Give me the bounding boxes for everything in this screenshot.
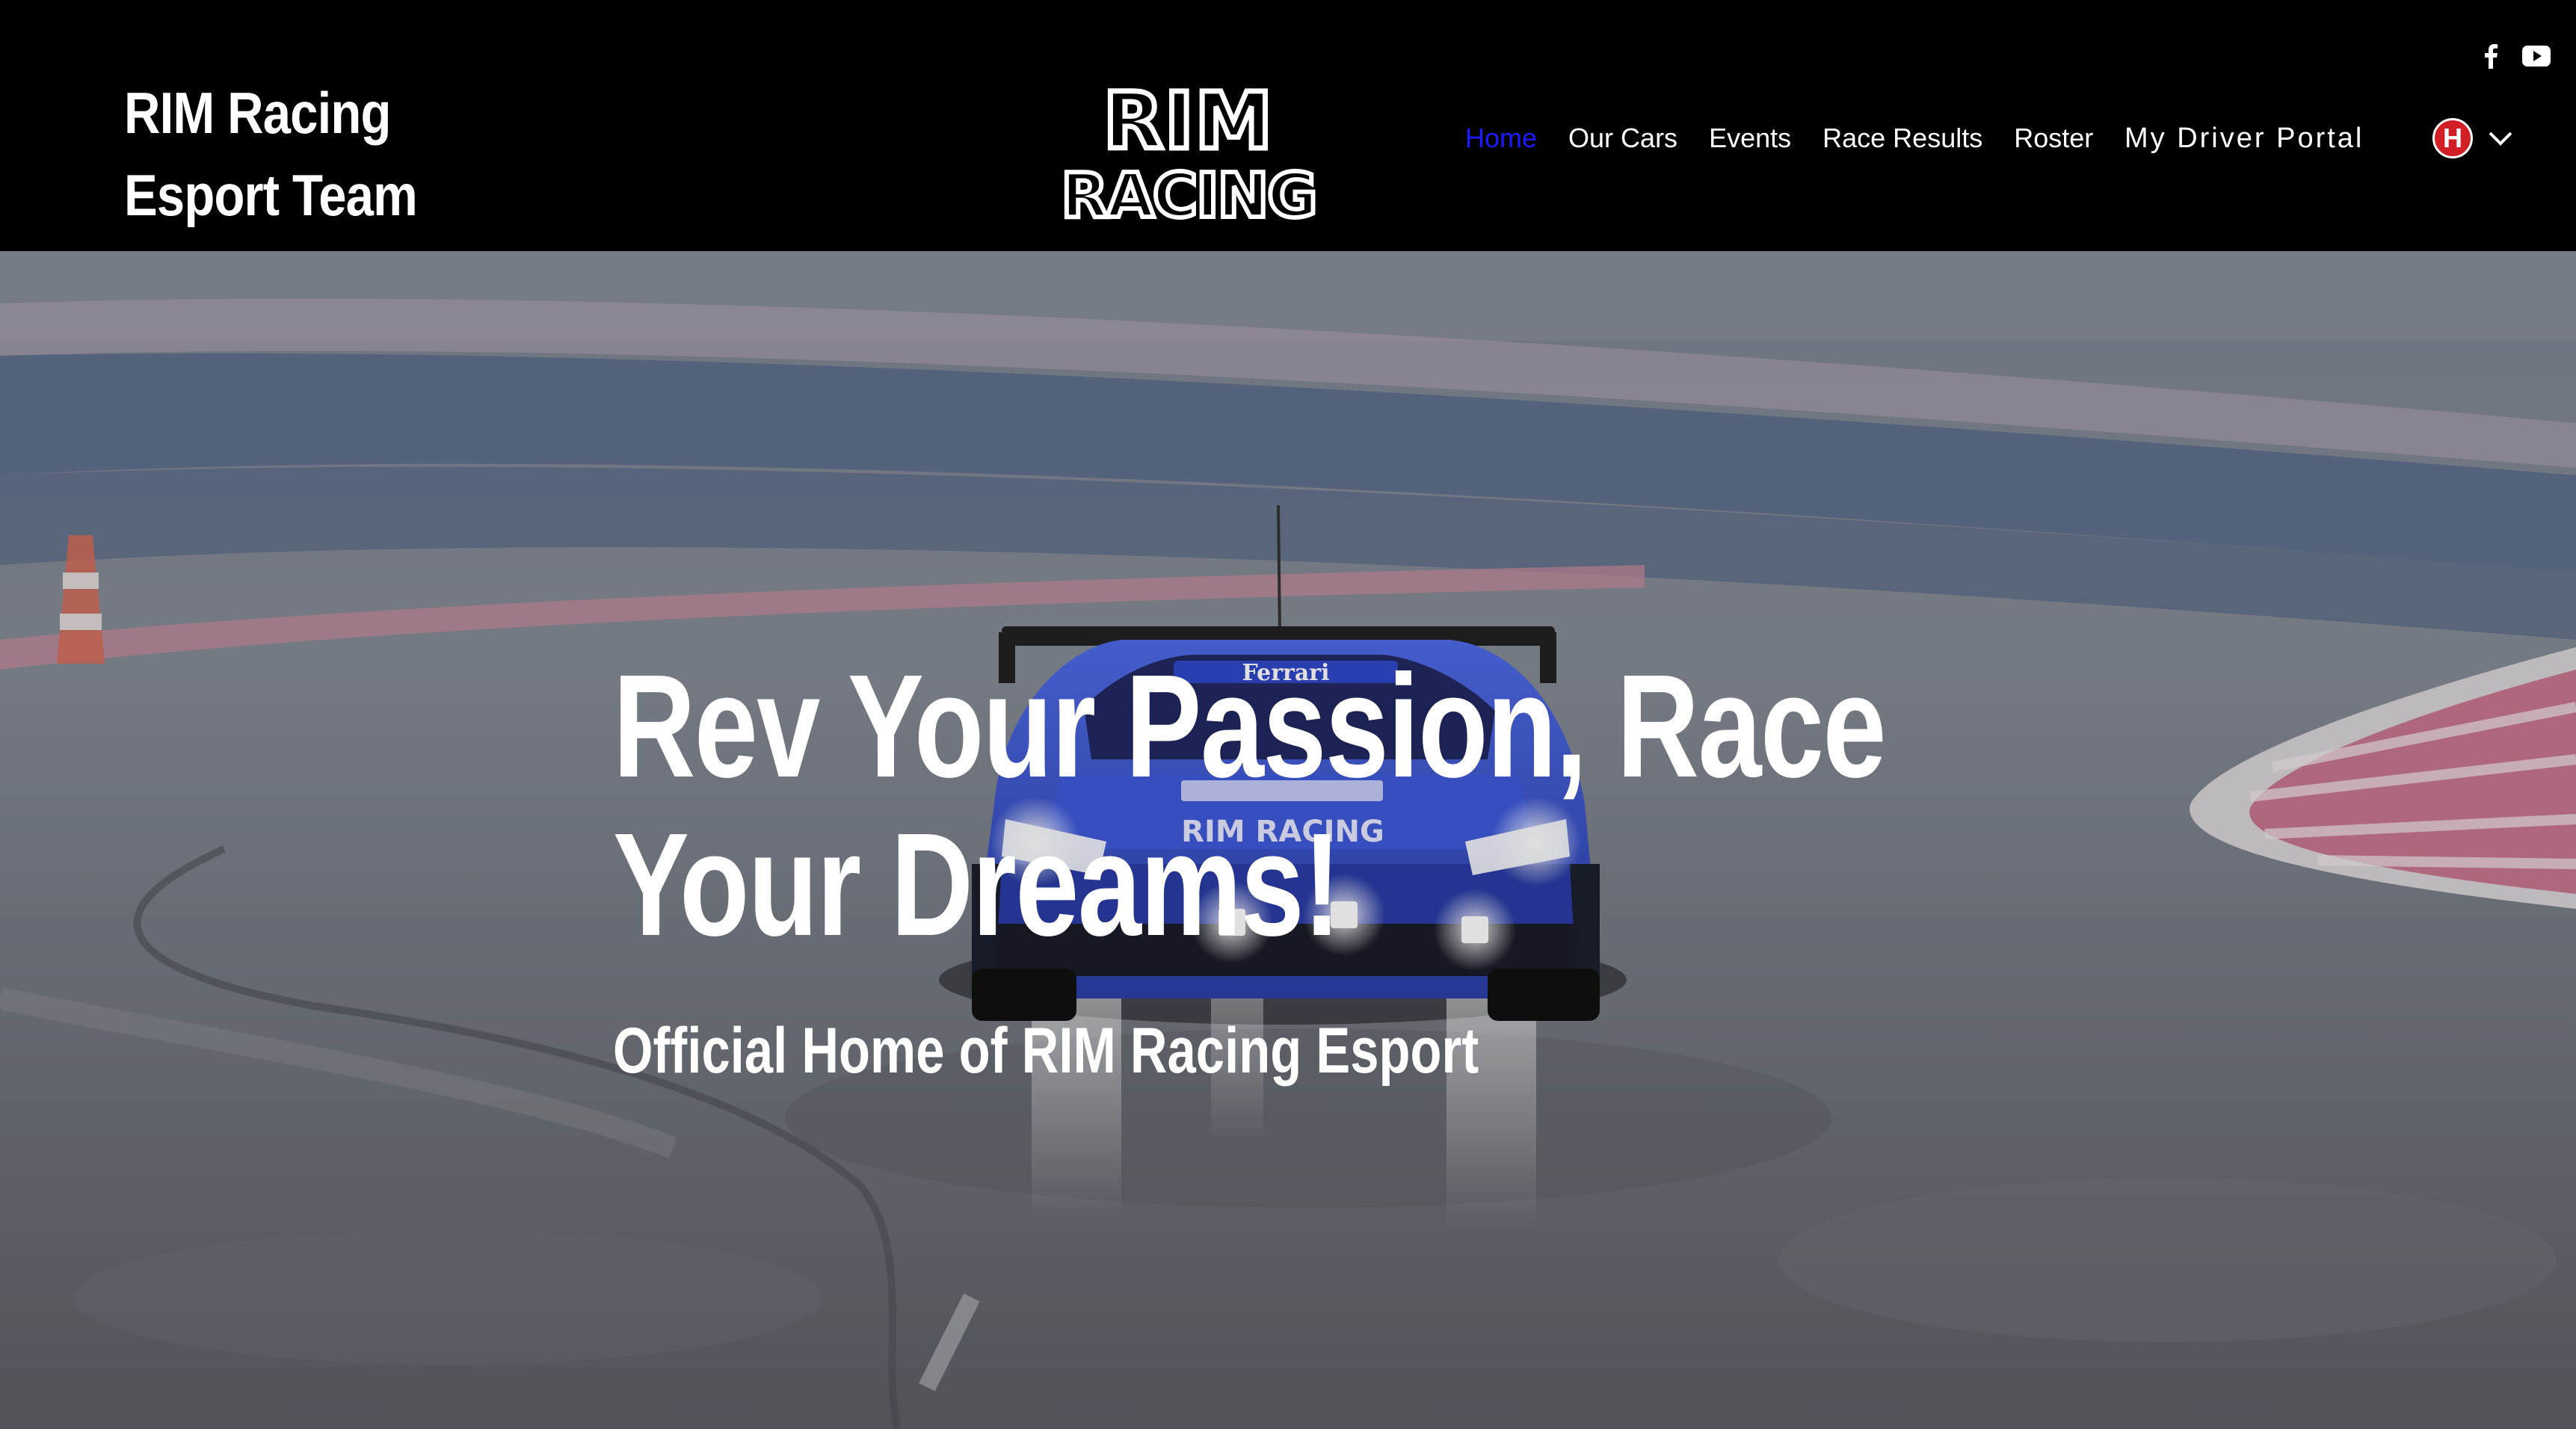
hero-heading: Rev Your Passion, Race Your Dreams!	[613, 644, 1886, 966]
youtube-icon[interactable]	[2522, 46, 2551, 70]
driver-portal-link[interactable]: My Driver Portal	[2124, 112, 2364, 164]
rim-racing-logo[interactable]: RIM RACING	[1030, 88, 1347, 223]
hero-subheading: Official Home of RIM Racing Esport	[613, 1015, 1479, 1087]
nav-item-home[interactable]: Home	[1465, 123, 1537, 154]
language-flag-icon: H	[2432, 118, 2473, 158]
chevron-down-icon	[2489, 132, 2512, 146]
site-title[interactable]: RIM Racing Esport Team	[124, 72, 484, 236]
social-bar	[2482, 43, 2551, 72]
logo-text-racing: RACING	[1061, 161, 1316, 223]
nav-item-our-cars[interactable]: Our Cars	[1568, 123, 1677, 154]
logo-text-rim: RIM	[1103, 88, 1274, 167]
main-nav: Home Our Cars Events Race Results Roster	[1465, 112, 2124, 164]
nav-item-events[interactable]: Events	[1709, 123, 1791, 154]
language-flag-letter: H	[2443, 123, 2462, 153]
language-selector[interactable]: H	[2432, 117, 2513, 159]
hero-heading-line-2: Your Dreams!	[613, 803, 1341, 966]
nav-item-race-results[interactable]: Race Results	[1822, 123, 1982, 154]
facebook-icon[interactable]	[2482, 43, 2500, 72]
site-title-line-2[interactable]: Esport Team	[124, 154, 484, 236]
nav-item-roster[interactable]: Roster	[2014, 123, 2093, 154]
hero-heading-line-1: Rev Your Passion, Race	[613, 644, 1886, 808]
site-header: RIM Racing Esport Team RIM RACING Home O…	[0, 0, 2576, 251]
hero-section: Ferrari RIM RACING Rev Your Passion, Rac…	[0, 251, 2576, 1429]
site-title-line-1[interactable]: RIM Racing	[124, 72, 484, 154]
